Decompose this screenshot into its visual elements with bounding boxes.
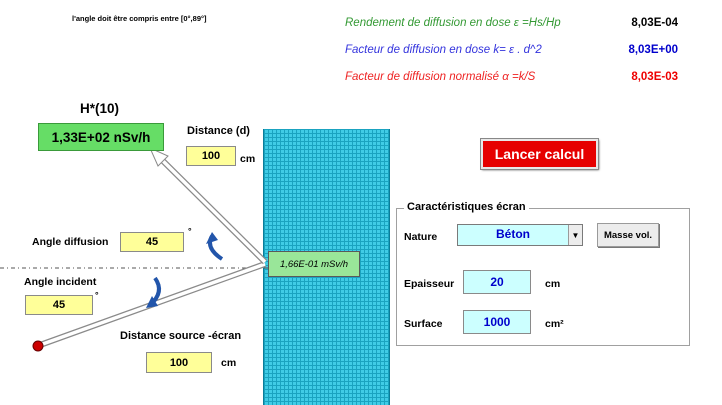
angle-incident-unit: ° [95, 290, 99, 300]
hstar-value: 1,33E+02 nSv/h [38, 123, 164, 151]
wall-dose-value: 1,66E-01 mSv/h [268, 251, 360, 277]
surface-input[interactable]: 1000 [463, 310, 531, 334]
chevron-down-icon[interactable]: ▼ [568, 225, 582, 245]
nature-select-value: Béton [496, 227, 530, 241]
surface-unit: cm² [545, 318, 564, 330]
distance-d-unit: cm [240, 153, 256, 165]
epaisseur-input[interactable]: 20 [463, 270, 531, 294]
angle-diffusion-input[interactable]: 45 [120, 232, 184, 252]
distance-source-label: Distance source -écran [120, 330, 242, 342]
screen-characteristics-title: Caractéristiques écran [404, 201, 529, 213]
angle-incident-input[interactable]: 45 [25, 295, 93, 315]
angle-incident-label: Angle incident [24, 276, 97, 288]
surface-label: Surface [404, 318, 443, 330]
nature-select[interactable]: Béton ▼ [457, 224, 583, 246]
nature-label: Nature [404, 231, 438, 243]
masse-vol-button[interactable]: Masse vol. [597, 223, 659, 247]
angle-diffusion-unit: ° [188, 226, 192, 236]
epaisseur-unit: cm [545, 278, 561, 290]
hstar-title: H*(10) [80, 101, 120, 116]
radiation-source-icon [32, 340, 44, 352]
angle-diffusion-label: Angle diffusion [32, 236, 109, 248]
distance-source-unit: cm [221, 357, 237, 369]
distance-source-input[interactable]: 100 [146, 352, 212, 373]
epaisseur-label: Epaisseur [404, 278, 455, 290]
launch-calc-button[interactable]: Lancer calcul [481, 139, 598, 169]
distance-d-input[interactable]: 100 [186, 146, 236, 166]
distance-d-label: Distance (d) [187, 125, 250, 137]
